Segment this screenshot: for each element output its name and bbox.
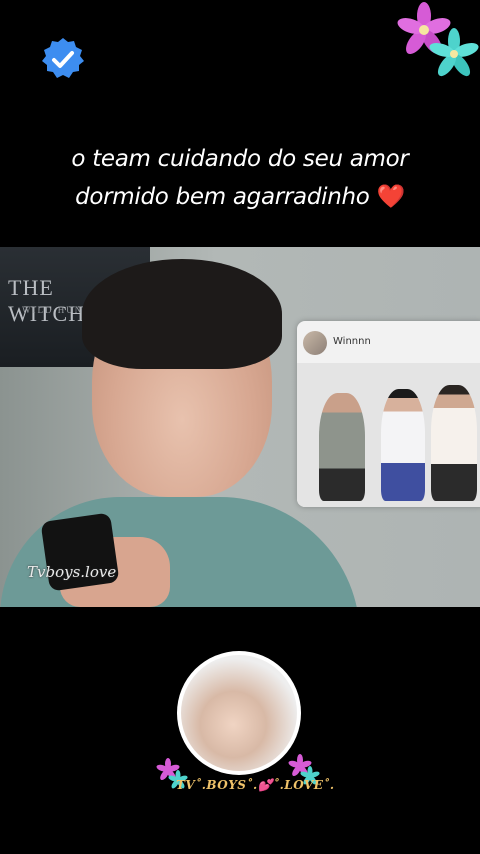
person-hair — [82, 259, 282, 369]
heart-emoji-icon: ❤️ — [376, 184, 406, 210]
flower-decoration-icon — [397, 2, 479, 77]
channel-avatar — [177, 651, 301, 775]
post-photo — [297, 363, 480, 507]
post-username: Winnnn — [333, 336, 371, 347]
figure-left — [319, 393, 365, 501]
caption-line-2: dormido bem agarradinho ❤️ — [0, 178, 480, 216]
video-frame[interactable]: THE WITCHER WILD HUNT Winnnn Tvboys.love — [0, 247, 480, 607]
caption: o team cuidando do seu amor dormido bem … — [0, 140, 480, 216]
post-header: Winnnn — [297, 321, 480, 363]
figure-right — [431, 385, 477, 501]
avatar — [303, 331, 327, 355]
channel-brand-name: TV˚.BOYS˚.💕˚.LOVE˚. — [176, 778, 335, 792]
verified-check-icon — [42, 38, 84, 78]
social-post-card: Winnnn — [297, 321, 480, 507]
avatar-photo — [181, 655, 297, 771]
caption-line-2-text: dormido bem agarradinho — [75, 184, 370, 210]
poster-subtitle: WILD HUNT — [22, 305, 91, 315]
video-watermark: Tvboys.love — [27, 563, 117, 581]
figure-center — [381, 389, 425, 501]
caption-line-1: o team cuidando do seu amor — [71, 146, 409, 172]
